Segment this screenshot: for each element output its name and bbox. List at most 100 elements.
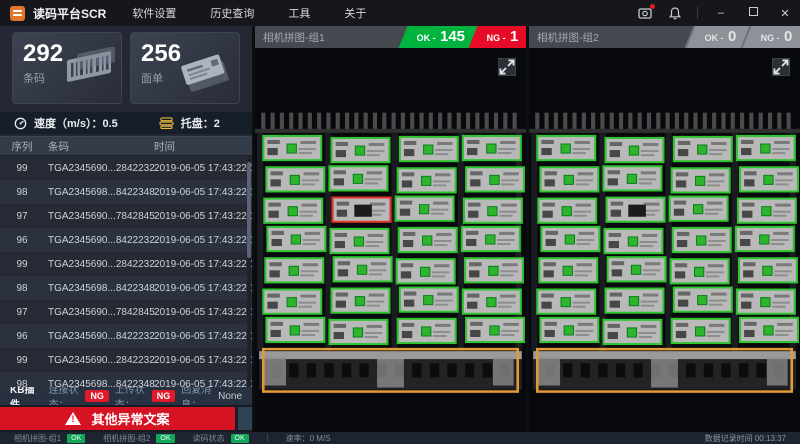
cell-time: 2019-06-05 17:43:22:136 — [152, 331, 252, 342]
ng-status-badge: NG — [152, 390, 176, 402]
cell-barcode: TGA2345690...7842845 — [44, 211, 152, 222]
titlebar-separator — [697, 7, 698, 19]
ok-status-badge: OK — [156, 434, 174, 443]
table-row[interactable]: 98TGA2345698...84223482019-06-05 17:43:2… — [0, 372, 252, 387]
cell-time: 2019-06-05 17:43:22:136 — [152, 163, 252, 174]
ng-status-badge: NG — [85, 390, 109, 402]
app-window: 读码平台SCR 软件设置 历史查询 工具 关于 – ✕ 292 条码 — [0, 0, 800, 444]
cell-time: 2019-06-05 17:43:22:136 — [152, 283, 252, 294]
cell-time: 2019-06-05 17:43:22:13 — [152, 235, 252, 246]
app-title: 读码平台SCR — [33, 5, 106, 22]
table-row[interactable]: 97TGA2345690...78428452019-06-05 17:43:2… — [0, 300, 252, 324]
titlebar: 读码平台SCR 软件设置 历史查询 工具 关于 – ✕ — [0, 0, 800, 26]
other-exception-button[interactable]: 其他异常文案 — [0, 407, 235, 430]
cell-barcode: TGA2345690...8422232 — [44, 331, 152, 342]
panel2-title: 相机拼图-组2 — [537, 30, 599, 45]
camera-panels: 相机拼图-组1 OK - 145 NG - 1 — [252, 26, 800, 432]
cell-seq: 97 — [0, 307, 44, 318]
alert-row: 其他异常文案 — [0, 405, 252, 432]
table-row[interactable]: 99TGA2345690...28422322019-06-05 17:43:2… — [0, 252, 252, 276]
notification-badge — [650, 4, 655, 9]
table-row[interactable]: 97TGA2345690...78428452019-06-05 17:43:2… — [0, 204, 252, 228]
kb-status-bar: KB插件 连接状态：NG上传状态：NG回复消息：None — [0, 387, 252, 405]
ok-status-badge: OK — [231, 434, 249, 443]
cell-barcode: TGA2345690...2842232 — [44, 355, 152, 366]
cell-seq: 96 — [0, 331, 44, 342]
col-time: 时间 — [152, 139, 252, 154]
cell-seq: 97 — [0, 211, 44, 222]
menu-bar: 软件设置 历史查询 工具 关于 — [132, 5, 400, 21]
menu-item-0[interactable]: 软件设置 — [132, 5, 176, 21]
minimize-button[interactable]: – — [712, 7, 730, 19]
bell-icon[interactable] — [667, 5, 683, 21]
alert-button-label: 其他异常文案 — [91, 409, 169, 428]
panel2-expand-icon[interactable] — [772, 58, 790, 76]
table-header: 序列 条码 时间 — [0, 136, 252, 156]
screenshot-icon[interactable] — [637, 5, 653, 21]
cell-seq: 98 — [0, 283, 44, 294]
cell-seq: 99 — [0, 163, 44, 174]
speedometer-icon — [14, 117, 27, 130]
bottom-bar-separator — [267, 434, 268, 442]
tray-value: 托盘：2 — [181, 115, 220, 131]
app-logo-icon — [10, 6, 25, 21]
panel2-camera-view — [529, 48, 800, 432]
cell-time: 2019-06-05 17:43:22:136 — [152, 355, 252, 366]
panel2-ng-count: 0 — [784, 26, 792, 48]
table-row[interactable]: 98TGA2345698...84223482019-06-05 17:43:2… — [0, 180, 252, 204]
cell-barcode: TGA2345698...8422348 — [44, 283, 152, 294]
cell-seq: 96 — [0, 235, 44, 246]
camera-panel-group1: 相机拼图-组1 OK - 145 NG - 1 — [255, 26, 526, 432]
panel2-ng-badge: NG - 0 — [740, 26, 800, 48]
scrollbar-thumb[interactable] — [247, 162, 251, 258]
panel1-camera-view — [255, 48, 526, 432]
table-scrollbar[interactable] — [247, 158, 251, 387]
table-body: 99TGA2345690...28422322019-06-05 17:43:2… — [0, 156, 252, 387]
cell-barcode: TGA2345690...7842845 — [44, 307, 152, 318]
barcode-illustration-icon — [63, 47, 115, 96]
menu-item-1[interactable]: 历史查询 — [210, 5, 254, 21]
menu-item-2[interactable]: 工具 — [288, 5, 310, 21]
rate-label: 速率：0 M/S — [286, 433, 331, 444]
pallet-icon — [159, 117, 174, 129]
panel1-header: 相机拼图-组1 OK - 145 NG - 1 — [255, 26, 526, 48]
close-button[interactable]: ✕ — [776, 7, 794, 20]
cell-barcode: TGA2345698...8422348 — [44, 379, 152, 388]
sidebar: 292 条码 — [0, 26, 252, 432]
bottom-bar-item: 相机拼图-组1OK — [14, 433, 85, 444]
cell-seq: 99 — [0, 355, 44, 366]
status-value: None — [218, 391, 242, 402]
table-row[interactable]: 98TGA2345698...84223482019-06-05 17:43:2… — [0, 276, 252, 300]
speed-tray-bar: 速度（m/s）：0.5 托盘：2 — [0, 112, 252, 134]
table-row[interactable]: 96TGA2345690...84222322019-06-05 17:43:2… — [0, 228, 252, 252]
cell-seq: 98 — [0, 379, 44, 388]
record-time-label: 数据记录时间 00:13:37 — [705, 433, 786, 444]
speed-value: 速度（m/s）：0.5 — [34, 115, 118, 131]
table-row[interactable]: 96TGA2345690...84222322019-06-05 17:43:2… — [0, 324, 252, 348]
bottom-bar-item: 读码状态OK — [193, 433, 249, 444]
table-row[interactable]: 99TGA2345690...28422322019-06-05 17:43:2… — [0, 156, 252, 180]
camera-panel-group2: 相机拼图-组2 OK - 0 NG - 0 — [529, 26, 800, 432]
cell-barcode: TGA2345698...8422348 — [44, 187, 152, 198]
cell-barcode: TGA2345690...8422232 — [44, 235, 152, 246]
cell-time: 2019-06-05 17:43:22:136 — [152, 379, 252, 388]
col-code: 条码 — [44, 139, 152, 154]
panel1-expand-icon[interactable] — [498, 58, 516, 76]
panel1-ok-count: 145 — [440, 26, 465, 48]
cell-time: 2019-06-05 17:43:22:136 — [152, 211, 252, 222]
table-row[interactable]: 99TGA2345690...28422322019-06-05 17:43:2… — [0, 348, 252, 372]
cell-time: 2019-06-05 17:43:22:136 — [152, 307, 252, 318]
alert-side-handle[interactable] — [238, 407, 252, 430]
cell-seq: 99 — [0, 259, 44, 270]
panel1-ng-badge: NG - 1 — [468, 26, 526, 48]
waybill-stat-card: 256 面单 — [130, 32, 240, 104]
barcode-stat-card: 292 条码 — [12, 32, 122, 104]
maximize-button[interactable] — [744, 7, 762, 19]
stats-cards: 292 条码 — [0, 26, 252, 108]
panel1-title: 相机拼图-组1 — [263, 30, 325, 45]
cell-time: 2019-06-05 17:43:22:136 — [152, 259, 252, 270]
menu-item-3[interactable]: 关于 — [344, 5, 366, 21]
cell-barcode: TGA2345690...2842232 — [44, 163, 152, 174]
barcode-table: 序列 条码 时间 99TGA2345690...28422322019-06-0… — [0, 136, 252, 387]
cell-seq: 98 — [0, 187, 44, 198]
